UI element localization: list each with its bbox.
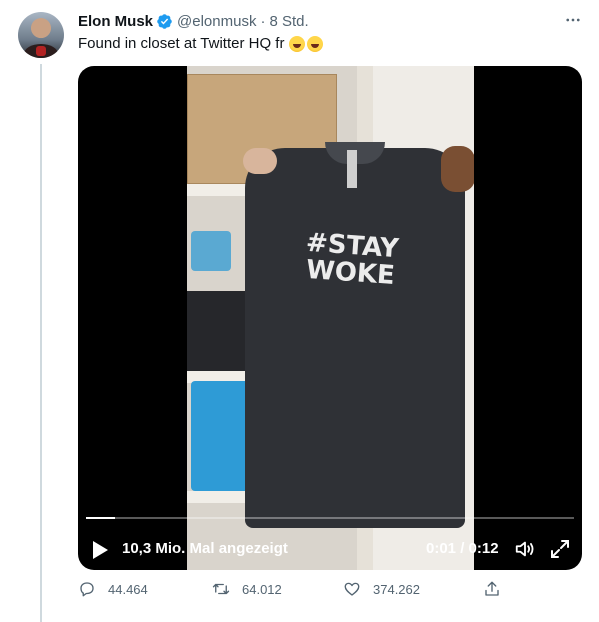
- more-horizontal-icon: [566, 18, 580, 22]
- video-timecode: 0:01 / 0:12: [426, 540, 499, 557]
- time-separator: /: [460, 540, 465, 557]
- shirt-print: #STAY WOKE: [303, 228, 400, 292]
- rolling-on-floor-laughing-emoji: [289, 36, 306, 52]
- reply-button[interactable]: 44.464: [78, 580, 148, 598]
- heart-icon: [344, 582, 360, 596]
- tweet-header: Elon Musk @elonmusk · 8 Std.: [78, 11, 309, 31]
- video-player[interactable]: #STAY WOKE 10,3 Mio. Mal angezeigt 0:01 …: [78, 66, 582, 570]
- separator-dot: ·: [260, 12, 266, 30]
- more-options-button[interactable]: [562, 10, 584, 30]
- retweet-icon: [212, 583, 230, 595]
- tweet-text-content: Found in closet at Twitter HQ fr: [78, 35, 285, 52]
- avatar[interactable]: [18, 12, 64, 58]
- retweet-button[interactable]: 64.012: [212, 580, 282, 598]
- author-name[interactable]: Elon Musk: [78, 13, 153, 30]
- share-icon: [485, 581, 499, 596]
- duration: 0:12: [468, 540, 499, 557]
- verified-badge-icon: [157, 13, 172, 29]
- share-button[interactable]: [483, 580, 501, 598]
- reply-count: 44.464: [108, 581, 148, 597]
- like-button[interactable]: 374.262: [343, 580, 420, 598]
- rolling-on-floor-laughing-emoji: [307, 36, 324, 52]
- author-handle[interactable]: @elonmusk: [177, 13, 256, 30]
- tweet-text: Found in closet at Twitter HQ fr: [78, 34, 324, 54]
- video-frame: #STAY WOKE: [187, 66, 474, 570]
- video-progress-bar[interactable]: [86, 517, 574, 519]
- tweet-actions: 44.464 64.012 374.262: [78, 580, 508, 606]
- video-progress-fill: [86, 517, 116, 519]
- current-time: 0:01: [426, 540, 457, 557]
- reply-icon: [80, 582, 94, 597]
- play-icon[interactable]: [91, 540, 109, 560]
- shirt-print-line2: WOKE: [305, 254, 396, 292]
- video-controls: 10,3 Mio. Mal angezeigt 0:01 / 0:12: [78, 536, 582, 564]
- tweet-timestamp[interactable]: 8 Std.: [269, 13, 308, 30]
- like-count: 374.262: [373, 581, 420, 597]
- volume-icon[interactable]: [514, 538, 536, 560]
- retweet-count: 64.012: [242, 581, 282, 597]
- thread-line: [40, 64, 42, 622]
- stay-woke-tshirt: #STAY WOKE: [245, 142, 465, 528]
- fullscreen-icon[interactable]: [550, 539, 570, 559]
- view-count: 10,3 Mio. Mal angezeigt: [122, 540, 288, 557]
